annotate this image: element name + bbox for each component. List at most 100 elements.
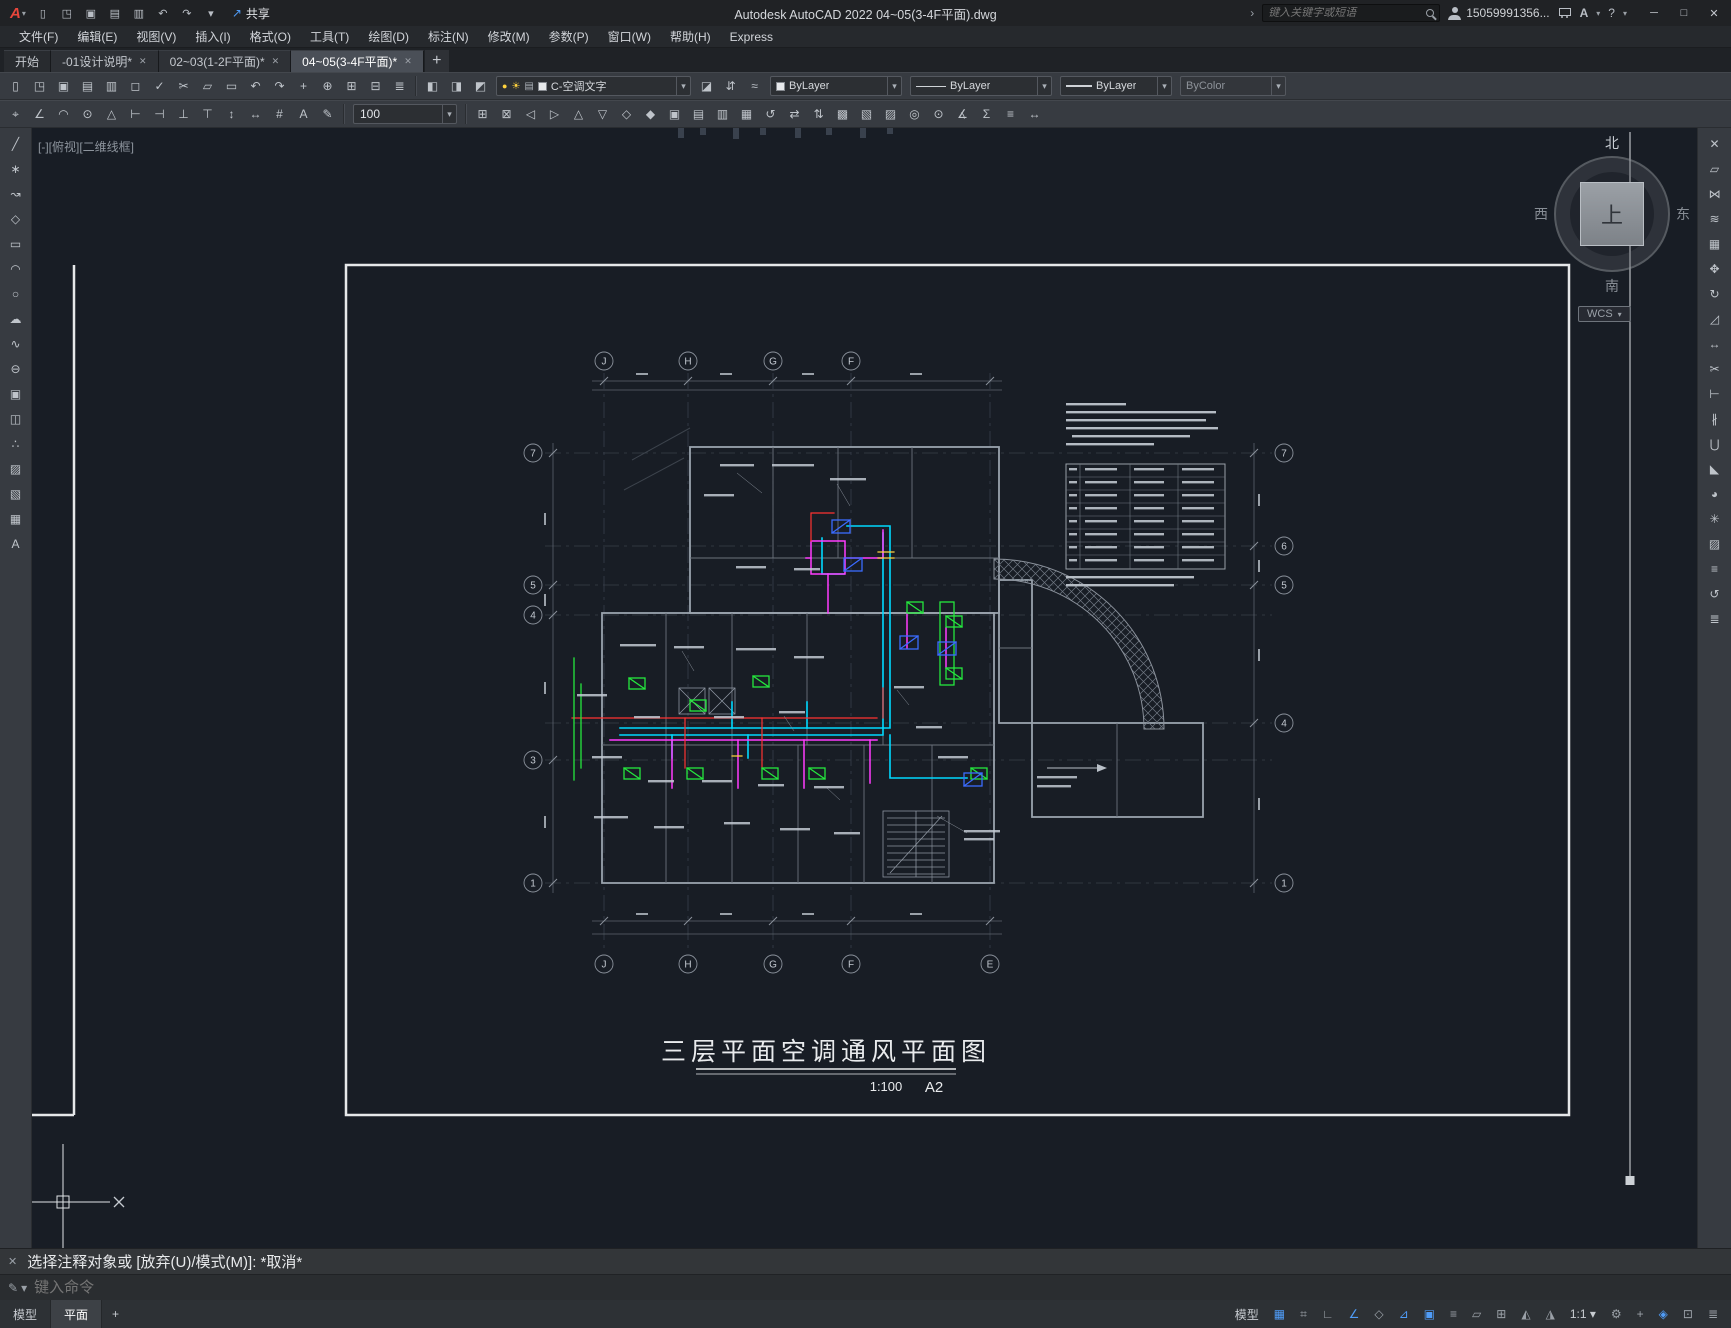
- scale-icon[interactable]: ◿: [1703, 307, 1727, 330]
- plot-icon[interactable]: ▥: [100, 75, 123, 97]
- tab-drawing-3-active[interactable]: 04~05(3-4F平面)* ✕: [291, 50, 424, 72]
- color-dropdown[interactable]: ByLayer ▾: [770, 76, 902, 96]
- annotation-visibility-icon[interactable]: ◭: [1514, 1302, 1537, 1326]
- align-right-icon[interactable]: ▷: [543, 103, 566, 125]
- isodraft-icon[interactable]: ◇: [1367, 1302, 1390, 1326]
- sync-icon[interactable]: ⇄: [783, 103, 806, 125]
- spell-check-icon[interactable]: ✓: [148, 75, 171, 97]
- construction-line-icon[interactable]: ∗: [4, 157, 28, 180]
- dropdown-caret-icon[interactable]: ▾: [1271, 77, 1285, 95]
- ellipse-icon[interactable]: ⊖: [4, 357, 28, 380]
- make-current-layer-icon[interactable]: ◪: [695, 75, 718, 97]
- annotation-monitor-icon[interactable]: +: [1630, 1302, 1651, 1326]
- tab-close-icon[interactable]: ✕: [272, 56, 280, 67]
- autodesk-account-caret-icon[interactable]: ▾: [1596, 9, 1600, 18]
- draw-order-icon[interactable]: ⇅: [807, 103, 830, 125]
- boundary-icon[interactable]: ▧: [855, 103, 878, 125]
- close-button[interactable]: ✕: [1699, 0, 1729, 26]
- dropdown-caret-icon[interactable]: ▾: [1037, 77, 1051, 95]
- model-tab[interactable]: 模型: [0, 1300, 52, 1328]
- autocad-logo-icon[interactable]: A: [10, 5, 21, 22]
- mirror-icon[interactable]: ⋈: [1703, 182, 1727, 205]
- spline-icon[interactable]: ∿: [4, 332, 28, 355]
- search-icon[interactable]: [1426, 9, 1435, 17]
- circle-icon[interactable]: ○: [4, 282, 28, 305]
- snap-grid-icon[interactable]: #: [268, 103, 291, 125]
- menu-item[interactable]: 标注(N): [419, 26, 478, 48]
- tab-start[interactable]: 开始: [4, 50, 52, 72]
- tab-close-icon[interactable]: ✕: [404, 56, 412, 67]
- object-snap-tracking-icon[interactable]: ⊿: [1392, 1302, 1416, 1326]
- object-snap-icon[interactable]: ▣: [1417, 1302, 1442, 1326]
- dropdown-caret-icon[interactable]: ▾: [442, 105, 456, 123]
- save-icon[interactable]: ▣: [80, 3, 102, 23]
- cut-icon[interactable]: ✂: [172, 75, 195, 97]
- text-style-icon[interactable]: A: [292, 103, 315, 125]
- compass-east-label[interactable]: 东: [1676, 204, 1690, 224]
- revision-cloud-icon[interactable]: ☁: [4, 307, 28, 330]
- trim-icon[interactable]: ✂: [1703, 357, 1727, 380]
- offset-icon[interactable]: ≋: [1703, 207, 1727, 230]
- command-close-icon[interactable]: ✕: [8, 1255, 17, 1268]
- datum-icon[interactable]: ⊤: [196, 103, 219, 125]
- layer-dropdown[interactable]: ● ☀ ▤ C-空调文字 ▾: [496, 76, 691, 96]
- undo-mark-icon[interactable]: ↺: [1703, 582, 1727, 605]
- share-button[interactable]: ↗ 共享: [232, 5, 270, 22]
- hatch-icon[interactable]: ▨: [4, 457, 28, 480]
- compass-north-label[interactable]: 北: [1532, 133, 1692, 153]
- menu-item[interactable]: 格式(O): [241, 26, 300, 48]
- region-icon[interactable]: ▩: [831, 103, 854, 125]
- table-cell-icon[interactable]: ⊞: [471, 103, 494, 125]
- help-search-box[interactable]: [1262, 4, 1441, 22]
- search-collapse-icon[interactable]: ›: [1250, 6, 1254, 20]
- plot-icon[interactable]: ▥: [128, 3, 150, 23]
- join-icon[interactable]: ⋃: [1703, 432, 1727, 455]
- dim-scale-input[interactable]: [354, 107, 430, 121]
- properties-icon[interactable]: ≡: [1703, 557, 1727, 580]
- dim-angular-icon[interactable]: ∠: [28, 103, 51, 125]
- copy-icon[interactable]: ▱: [1703, 157, 1727, 180]
- extend-icon[interactable]: ⊢: [1703, 382, 1727, 405]
- compass-west-label[interactable]: 西: [1534, 204, 1548, 224]
- field-icon[interactable]: ▦: [735, 103, 758, 125]
- zoom-window-icon[interactable]: ⊞: [340, 75, 363, 97]
- break-icon[interactable]: ∦: [1703, 407, 1727, 430]
- menu-item[interactable]: 插入(I): [186, 26, 239, 48]
- dim-center-mark-icon[interactable]: ⌖: [4, 103, 27, 125]
- fillet-icon[interactable]: ◕: [1703, 482, 1727, 505]
- layer-states-icon[interactable]: ◧: [421, 75, 444, 97]
- array-icon[interactable]: ▦: [1703, 232, 1727, 255]
- dim-arc-length-icon[interactable]: ◠: [52, 103, 75, 125]
- polyline-icon[interactable]: ↝: [4, 182, 28, 205]
- table-icon[interactable]: ▦: [4, 507, 28, 530]
- gradient-icon[interactable]: ▧: [4, 482, 28, 505]
- copy-clip-icon[interactable]: ▱: [196, 75, 219, 97]
- dropdown-caret-icon[interactable]: ▾: [887, 77, 901, 95]
- dim-scale-combo[interactable]: ▾: [353, 104, 457, 124]
- dropdown-caret-icon[interactable]: ▾: [676, 77, 690, 95]
- align-bottom-icon[interactable]: ▽: [591, 103, 614, 125]
- polygon-icon[interactable]: ◇: [4, 207, 28, 230]
- paste-icon[interactable]: ▭: [220, 75, 243, 97]
- geometric-tolerance-icon[interactable]: △: [100, 103, 123, 125]
- lineweight-display-icon[interactable]: ≡: [1443, 1302, 1464, 1326]
- attach-xref-icon[interactable]: ▣: [663, 103, 686, 125]
- save-as-icon[interactable]: ▤: [76, 75, 99, 97]
- menu-item[interactable]: 修改(M): [479, 26, 539, 48]
- block-icon[interactable]: ◇: [615, 103, 638, 125]
- compass-south-label[interactable]: 南: [1532, 276, 1692, 296]
- viewport-controls[interactable]: [-][俯视][二维线框]: [38, 138, 134, 155]
- menu-item[interactable]: Express: [721, 26, 782, 48]
- stretch-icon[interactable]: ↔: [1703, 332, 1727, 355]
- layer-previous-icon[interactable]: ⇵: [719, 75, 742, 97]
- linetype-dropdown[interactable]: ByLayer ▾: [910, 76, 1052, 96]
- tab-drawing-1[interactable]: -01设计说明* ✕: [51, 50, 159, 72]
- new-icon[interactable]: ▯: [4, 75, 27, 97]
- dim-vertical-icon[interactable]: ↕: [220, 103, 243, 125]
- dim-horizontal-icon[interactable]: ↔: [244, 103, 267, 125]
- tab-drawing-2[interactable]: 02~03(1-2F平面)* ✕: [158, 50, 292, 72]
- line-icon[interactable]: ╱: [4, 132, 28, 155]
- create-block-icon[interactable]: ◫: [4, 407, 28, 430]
- multiline-text-icon[interactable]: A: [4, 532, 28, 555]
- workspace-switching-icon[interactable]: ⚙: [1604, 1302, 1629, 1326]
